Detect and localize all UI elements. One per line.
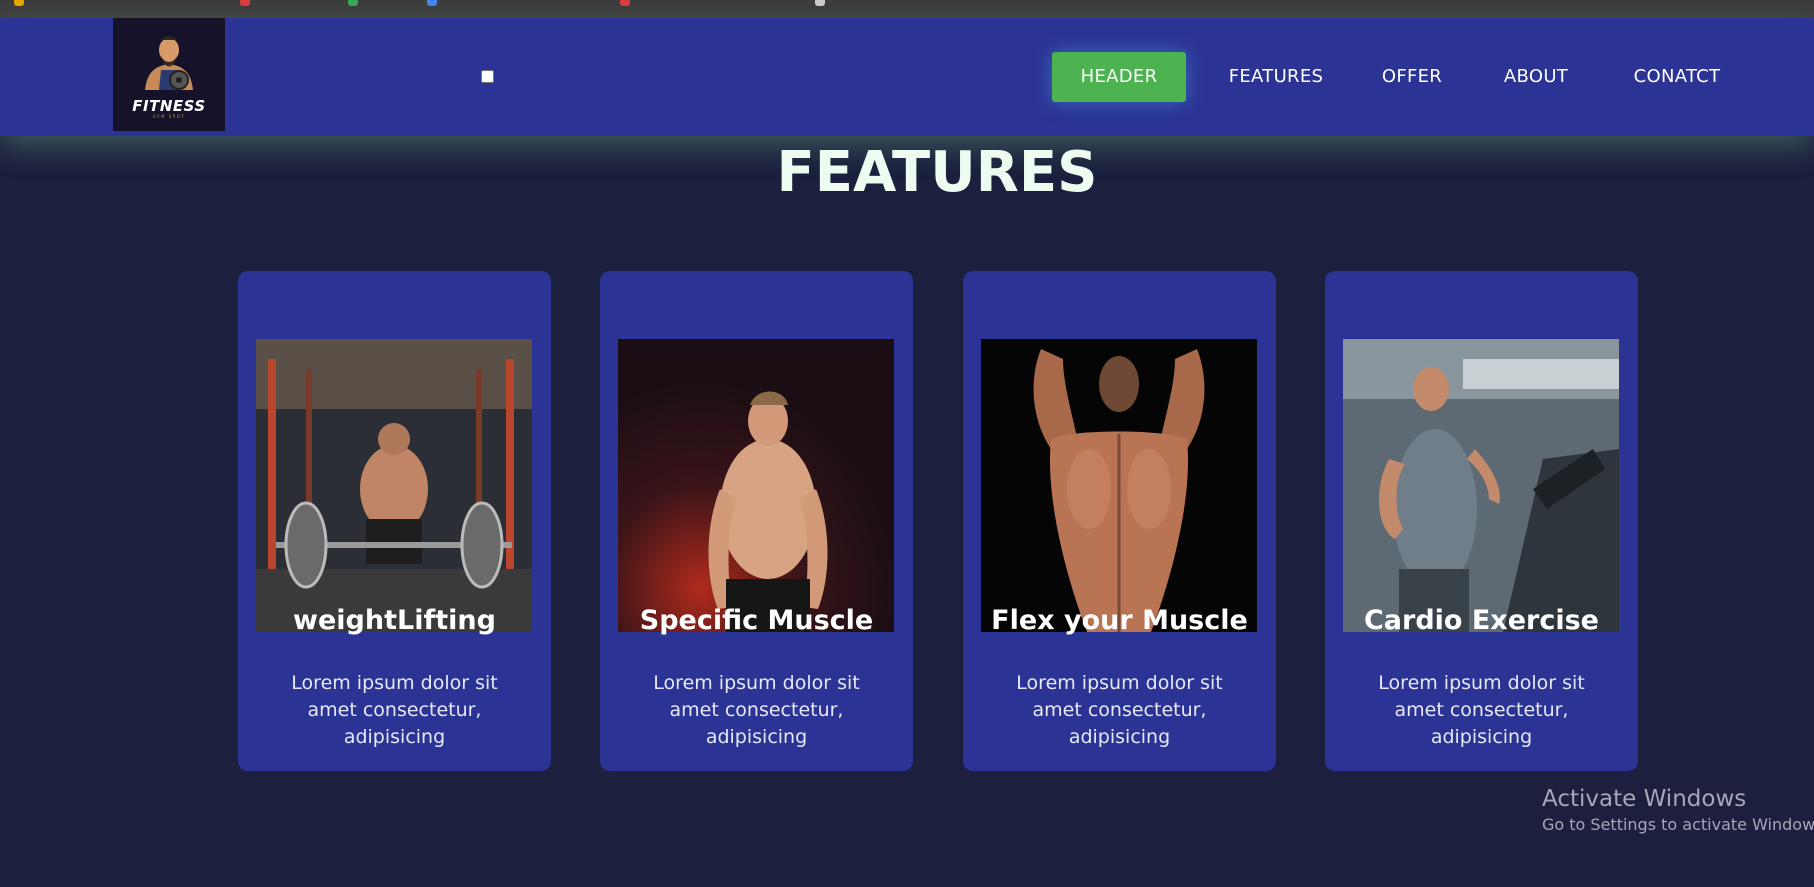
feature-card-cardio-exercise: Cardio Exercise Lorem ipsum dolor sit am… [1325, 271, 1638, 771]
card-title: weightLifting [293, 605, 496, 636]
bookmark-icon[interactable] [348, 0, 358, 6]
nav-offer[interactable]: OFFER [1363, 52, 1461, 102]
bookmark-icon[interactable] [240, 0, 250, 6]
bookmark-icon[interactable] [620, 0, 630, 6]
bodybuilder-logo-icon [145, 36, 193, 90]
card-text: Lorem ipsum dolor sit amet consectetur, … [1378, 672, 1585, 748]
logo-brand-text: FITNESS [132, 97, 206, 115]
logo-tagline: GYM SPOT [152, 114, 186, 119]
bookmark-icon[interactable] [14, 0, 24, 6]
section-title: FEATURES [776, 140, 1098, 205]
feature-card-specific-muscle: Specific Muscle Lorem ipsum dolor sit am… [600, 271, 913, 771]
windows-activation-watermark: Activate Windows Go to Settings to activ… [1542, 784, 1814, 836]
nav-header[interactable]: HEADER [1052, 52, 1186, 102]
feature-card-weightlifting: weightLifting Lorem ipsum dolor sit amet… [238, 271, 551, 771]
navbar: FITNESS GYM SPOT HEADER FEATURES OFFER ABOU… [0, 18, 1814, 136]
menu-toggle-checkbox[interactable] [481, 70, 494, 83]
muscle-man-photo [618, 339, 894, 632]
watermark-subtitle: Go to Settings to activate Windows. [1542, 815, 1814, 834]
site-logo[interactable]: FITNESS GYM SPOT [113, 18, 225, 131]
weightlifter-photo [256, 339, 532, 632]
card-text: Lorem ipsum dolor sit amet consectetur, … [291, 672, 498, 748]
card-text: Lorem ipsum dolor sit amet consectetur, … [1016, 672, 1223, 748]
card-title: Cardio Exercise [1363, 605, 1599, 636]
browser-bookmarks-strip [0, 0, 1814, 18]
watermark-title: Activate Windows [1542, 786, 1747, 812]
nav-features[interactable]: FEATURES [1210, 52, 1342, 102]
feature-card-flex-your-muscle: Flex your Muscle Lorem ipsum dolor sit a… [963, 271, 1276, 771]
main-nav: HEADER FEATURES OFFER ABOUT CONATCT [1052, 52, 1752, 102]
nav-conatct[interactable]: CONATCT [1612, 52, 1742, 102]
treadmill-runner-photo [1343, 339, 1619, 632]
bookmark-icon[interactable] [815, 0, 825, 6]
nav-about[interactable]: ABOUT [1484, 52, 1588, 102]
card-title: Specific Muscle [639, 605, 874, 636]
back-flex-photo [981, 339, 1257, 632]
bookmark-icon[interactable] [427, 0, 437, 6]
card-title: Flex your Muscle [991, 605, 1248, 636]
card-text: Lorem ipsum dolor sit amet consectetur, … [653, 672, 860, 748]
